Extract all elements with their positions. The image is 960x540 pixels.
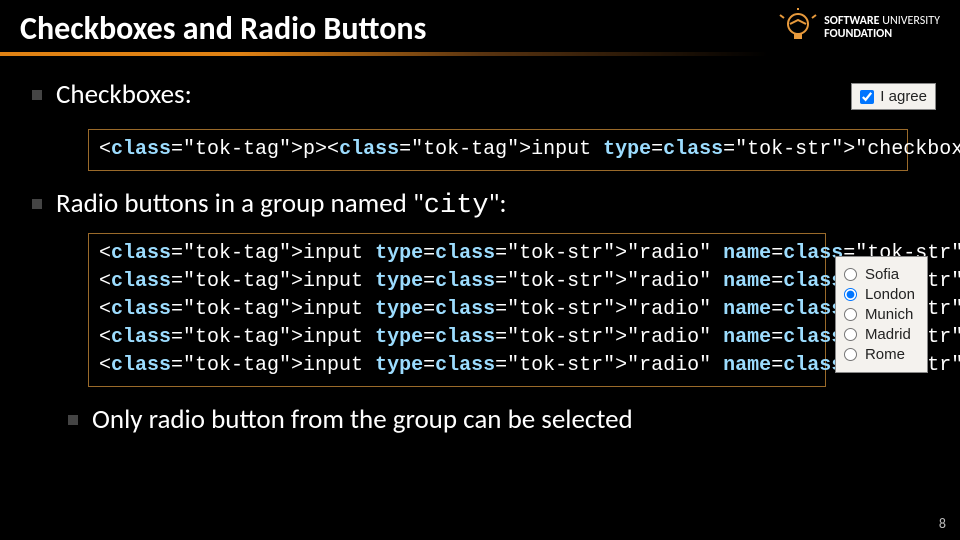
radio-option[interactable]: Rome — [844, 346, 915, 363]
bullet-checkboxes: Checkboxes: — [32, 78, 192, 111]
city-radio[interactable] — [844, 288, 857, 301]
bullet-mono: city — [424, 191, 489, 221]
bullet-radio: Radio buttons in a group named "city": — [32, 187, 936, 221]
content: Checkboxes: I agree <class="tok-tag">p><… — [0, 70, 960, 436]
bullet-post: ": — [489, 187, 507, 220]
lightbulb-icon — [778, 8, 818, 48]
city-radio[interactable] — [844, 268, 857, 281]
bullet-only: Only radio button from the group can be … — [68, 403, 936, 436]
page-number: 8 — [939, 515, 946, 532]
city-label: Sofia — [865, 266, 899, 283]
bullet-text: Radio buttons in a group named "city": — [56, 187, 507, 221]
bullet-icon — [32, 90, 42, 100]
logo-text: SOFTWARE UNIVERSITY FOUNDATION — [824, 15, 940, 40]
bullet-icon — [32, 199, 42, 209]
radio-demo: Sofia London Munich Madrid Rome — [835, 256, 928, 373]
radio-option[interactable]: Sofia — [844, 266, 915, 283]
page-title: Checkboxes and Radio Buttons — [20, 9, 426, 48]
city-radio[interactable] — [844, 308, 857, 321]
code-block-radio: <class="tok-tag">input type=class="tok-s… — [88, 233, 826, 387]
city-label: Madrid — [865, 326, 911, 343]
city-label: London — [865, 286, 915, 303]
agree-label: I agree — [880, 88, 927, 105]
logo-line3: FOUNDATION — [824, 27, 892, 41]
title-underline — [0, 52, 960, 56]
code-block-checkbox: <class="tok-tag">p><class="tok-tag">inpu… — [88, 129, 908, 171]
city-radio[interactable] — [844, 348, 857, 361]
city-label: Munich — [865, 306, 913, 323]
city-radio[interactable] — [844, 328, 857, 341]
radio-option[interactable]: London — [844, 286, 915, 303]
checkbox-demo: I agree — [851, 83, 936, 110]
radio-option[interactable]: Madrid — [844, 326, 915, 343]
agree-checkbox[interactable] — [860, 90, 874, 104]
bullet-icon — [68, 415, 78, 425]
title-bar: Checkboxes and Radio Buttons SOFTWARE UN… — [0, 0, 960, 52]
bullet-pre: Radio buttons in a group named " — [56, 187, 424, 220]
logo: SOFTWARE UNIVERSITY FOUNDATION — [778, 8, 940, 48]
radio-option[interactable]: Munich — [844, 306, 915, 323]
bullet-text: Only radio button from the group can be … — [92, 403, 633, 436]
city-label: Rome — [865, 346, 905, 363]
bullet-text: Checkboxes: — [56, 78, 192, 111]
